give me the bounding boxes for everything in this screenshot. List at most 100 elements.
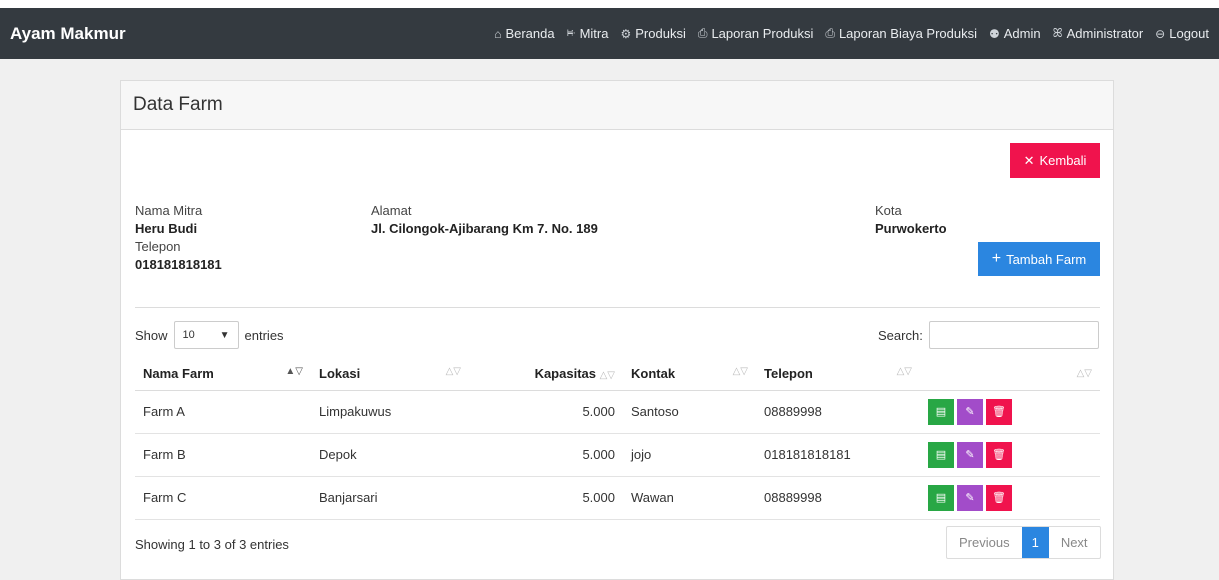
page-length-select[interactable]: 10 ▼ — [173, 321, 239, 349]
nav-logout[interactable]: ⊖ Logout — [1155, 26, 1209, 41]
delete-button[interactable]: 🗑 — [986, 398, 1012, 425]
pencil-icon: ✎ — [965, 405, 975, 418]
cell-actions: ▤ ✎ 🗑 — [920, 433, 1100, 477]
cell-actions: ▤ ✎ 🗑 — [920, 390, 1100, 434]
sort-asc-icon: ▲▽ — [285, 365, 303, 377]
cell-lokasi: Banjarsari — [311, 476, 469, 520]
pencil-icon: ✎ — [965, 491, 975, 504]
gear-icon: ⚙ — [620, 26, 632, 41]
page-length-control: Show 10 ▼ entries — [135, 321, 284, 349]
detail-button[interactable]: ▤ — [928, 484, 954, 511]
cell-kontak: Wawan — [623, 476, 756, 520]
nav-mitra[interactable]: ꔜ Mitra — [567, 26, 609, 41]
list-icon: ▤ — [935, 405, 947, 418]
col-aksi[interactable]: △▽ — [920, 357, 1100, 391]
cell-kapasitas: 5.000 — [469, 476, 623, 520]
sort-icon: △▽ — [445, 365, 461, 377]
table-row: Farm A Limpakuwus 5.000 Santoso 08889998… — [135, 390, 1100, 434]
table-row: Farm B Depok 5.000 jojo 018181818181 ▤ ✎ 🗑 — [135, 433, 1100, 477]
user-icon: ꕤ — [1052, 26, 1063, 40]
print-icon: ⎙ — [697, 26, 708, 40]
table-header-row: Nama Farm ▲▽ Lokasi △▽ Kapasitas △▽ Kontak… — [135, 357, 1100, 391]
tambah-farm-button[interactable]: + Tambah Farm — [978, 242, 1100, 276]
home-icon: ⌂ — [494, 26, 502, 41]
sort-icon: △▽ — [732, 365, 748, 377]
trash-icon: 🗑 — [992, 448, 1006, 461]
data-farm-card: Data Farm ✕ Kembali Nama Mitra Heru Budi… — [120, 80, 1114, 580]
mitra-name-block: Nama Mitra Heru Budi Telepon 01818181818… — [135, 202, 222, 274]
main-nav: ⌂ Beranda ꔜ Mitra ⚙ Produksi ⎙ Laporan Produ… — [494, 26, 1219, 41]
brand-logo[interactable]: Ayam Makmur — [10, 24, 126, 44]
cell-kontak: jojo — [623, 433, 756, 477]
delete-button[interactable]: 🗑 — [986, 441, 1012, 468]
edit-button[interactable]: ✎ — [957, 441, 983, 468]
kota-label: Kota — [875, 203, 902, 218]
kota-value: Purwokerto — [875, 221, 947, 236]
cell-kapasitas: 5.000 — [469, 390, 623, 434]
cell-lokasi: Limpakuwus — [311, 390, 469, 434]
trash-icon: 🗑 — [992, 405, 1006, 418]
cell-lokasi: Depok — [311, 433, 469, 477]
nav-beranda[interactable]: ⌂ Beranda — [494, 26, 554, 41]
top-navbar: Ayam Makmur ⌂ Beranda ꔜ Mitra ⚙ Produksi ⎙ L… — [0, 0, 1219, 59]
users-icon: ꔜ — [566, 26, 576, 40]
list-icon: ▤ — [935, 491, 947, 504]
telepon-value: 018181818181 — [135, 257, 222, 272]
table-info: Showing 1 to 3 of 3 entries — [135, 537, 289, 552]
pencil-icon: ✎ — [965, 448, 975, 461]
telepon-label: Telepon — [135, 239, 181, 254]
cell-nama: Farm C — [135, 476, 311, 520]
trash-icon: 🗑 — [992, 491, 1006, 504]
pagination: Previous 1 Next — [946, 526, 1101, 559]
cell-telepon: 08889998 — [756, 390, 920, 434]
close-icon: ✕ — [1023, 152, 1035, 168]
table-row: Farm C Banjarsari 5.000 Wawan 08889998 ▤… — [135, 476, 1100, 520]
cell-actions: ▤ ✎ 🗑 — [920, 476, 1100, 520]
cell-kapasitas: 5.000 — [469, 433, 623, 477]
cell-telepon: 018181818181 — [756, 433, 920, 477]
chevron-down-icon: ▼ — [219, 329, 230, 341]
delete-button[interactable]: 🗑 — [986, 484, 1012, 511]
alamat-value: Jl. Cilongok-Ajibarang Km 7. No. 189 — [371, 221, 598, 236]
cell-nama: Farm A — [135, 390, 311, 434]
col-nama-farm[interactable]: Nama Farm ▲▽ — [135, 357, 311, 391]
list-icon: ▤ — [935, 448, 947, 461]
col-lokasi[interactable]: Lokasi △▽ — [311, 357, 469, 391]
col-telepon[interactable]: Telepon △▽ — [756, 357, 920, 391]
nama-mitra-value: Heru Budi — [135, 221, 198, 236]
alamat-label: Alamat — [371, 203, 412, 218]
logout-icon: ⊖ — [1155, 26, 1166, 41]
sort-icon: △▽ — [896, 365, 912, 377]
alamat-block: Alamat Jl. Cilongok-Ajibarang Km 7. No. … — [371, 202, 598, 238]
farm-table: Nama Farm ▲▽ Lokasi △▽ Kapasitas △▽ Kontak… — [135, 357, 1100, 520]
sort-icon: △▽ — [599, 369, 615, 381]
search-input[interactable] — [928, 321, 1099, 349]
nav-produksi[interactable]: ⚙ Produksi — [620, 26, 685, 41]
col-kapasitas[interactable]: Kapasitas △▽ — [469, 357, 623, 391]
sort-icon: △▽ — [1076, 367, 1092, 379]
edit-button[interactable]: ✎ — [957, 398, 983, 425]
kota-block: Kota Purwokerto — [875, 202, 947, 238]
edit-button[interactable]: ✎ — [957, 484, 983, 511]
nav-admin[interactable]: ⚉ Admin — [989, 26, 1041, 41]
cell-nama: Farm B — [135, 433, 311, 477]
admin-icon: ⚉ — [988, 26, 1000, 41]
print-icon: ⎙ — [825, 26, 835, 40]
detail-button[interactable]: ▤ — [928, 398, 954, 425]
page-title: Data Farm — [121, 81, 1113, 130]
plus-icon: + — [991, 250, 1002, 267]
cell-kontak: Santoso — [623, 390, 756, 434]
cell-telepon: 08889998 — [756, 476, 920, 520]
divider — [135, 307, 1100, 308]
nav-laporan-produksi[interactable]: ⎙ Laporan Produksi — [698, 26, 814, 41]
nav-laporan-biaya-produksi[interactable]: ⎙ Laporan Biaya Produksi — [825, 26, 977, 41]
detail-button[interactable]: ▤ — [928, 441, 954, 468]
next-button[interactable]: Next — [1049, 527, 1100, 558]
nav-administrator[interactable]: ꕤ Administrator — [1053, 26, 1144, 41]
col-kontak[interactable]: Kontak △▽ — [623, 357, 756, 391]
search-label: Search: — [878, 327, 923, 343]
page-1-button[interactable]: 1 — [1021, 527, 1049, 558]
kembali-button[interactable]: ✕ Kembali — [1010, 143, 1100, 178]
previous-button[interactable]: Previous — [947, 527, 1022, 558]
search-control: Search: — [878, 321, 1099, 349]
